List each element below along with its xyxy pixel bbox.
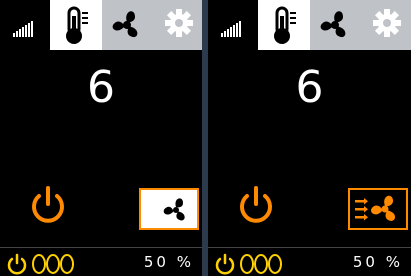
heating-level-icon [32,254,74,274]
tab-fan[interactable] [102,0,152,50]
thermometer-icon [274,6,296,44]
airflow-mode-button[interactable] [348,188,408,230]
tab-temperature[interactable] [50,0,102,50]
fan-speed-value: 6 [295,62,324,113]
fan-icon [320,11,346,38]
power-icon [32,186,64,223]
signal-icon [221,21,241,37]
status-bar: 50 % [0,247,202,276]
tab-signal[interactable] [208,0,258,50]
power-button[interactable] [24,180,72,230]
tab-signal[interactable] [0,0,50,50]
controller-panel-left: 6 50 % [0,0,202,276]
airflow-fan-icon [355,195,396,221]
thermometer-icon [66,6,88,44]
signal-icon [13,21,33,37]
status-power-icon [7,253,27,275]
fan-icon [163,198,185,221]
fan-speed-value: 6 [87,62,115,113]
tab-temperature[interactable] [258,0,310,50]
tab-settings[interactable] [360,0,411,50]
status-percent: 50 % [352,253,403,271]
gear-icon [373,9,401,37]
power-icon [240,186,272,223]
status-power-icon [215,253,235,275]
status-bar: 50 % [208,247,411,276]
fan-mode-button[interactable] [139,188,199,230]
gear-icon [165,9,193,37]
controller-panel-right: 6 50 % [208,0,411,276]
tab-settings[interactable] [152,0,202,50]
tab-bar [208,0,411,50]
heating-level-icon [240,254,282,274]
status-percent: 50 % [143,253,194,271]
fan-icon [112,11,138,38]
power-button[interactable] [232,180,280,230]
tab-fan[interactable] [310,0,360,50]
tab-bar [0,0,202,50]
